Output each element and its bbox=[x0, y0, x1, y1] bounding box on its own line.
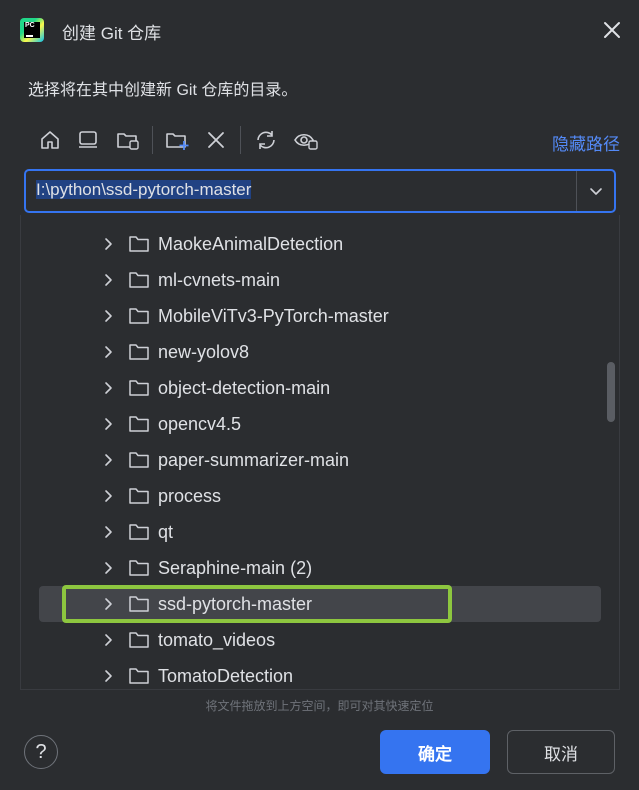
chevron-down-icon bbox=[590, 188, 602, 195]
chevron-right-icon bbox=[105, 310, 112, 322]
chevron-right-icon bbox=[105, 634, 112, 646]
folder-name: Seraphine-main (2) bbox=[158, 558, 313, 578]
new-folder-button[interactable] bbox=[162, 122, 194, 158]
home-button[interactable] bbox=[34, 122, 66, 158]
show-hidden-button[interactable] bbox=[290, 122, 322, 158]
desktop-button[interactable] bbox=[72, 122, 104, 158]
help-button[interactable]: ? bbox=[24, 735, 58, 769]
refresh-icon bbox=[257, 131, 275, 149]
path-input[interactable]: I:\python\ssd-pytorch-master bbox=[36, 180, 252, 200]
folder-name: MobileViTv3-PyTorch-master bbox=[158, 306, 389, 326]
close-button[interactable] bbox=[598, 16, 626, 44]
ok-button[interactable]: 确定 bbox=[380, 730, 490, 774]
new-folder-icon bbox=[166, 133, 189, 150]
home-icon bbox=[41, 131, 59, 149]
folder-icon bbox=[128, 306, 150, 326]
title-bar: PC 创建 Git 仓库 bbox=[0, 0, 639, 60]
expand-toggle[interactable] bbox=[101, 235, 117, 253]
folder-icon bbox=[128, 450, 150, 470]
folder-icon bbox=[128, 558, 150, 578]
tree-row[interactable]: qt bbox=[21, 514, 603, 550]
folder-name: process bbox=[158, 486, 222, 506]
expand-toggle[interactable] bbox=[101, 271, 117, 289]
chevron-right-icon bbox=[105, 418, 112, 430]
tree-row[interactable]: opencv4.5 bbox=[21, 406, 603, 442]
expand-toggle[interactable] bbox=[101, 343, 117, 361]
folder-name: TomatoDetection bbox=[158, 666, 294, 686]
expand-toggle[interactable] bbox=[101, 451, 117, 469]
chevron-right-icon bbox=[105, 454, 112, 466]
show-hidden-icon bbox=[294, 133, 318, 150]
chevron-right-icon bbox=[105, 670, 112, 682]
tree-row[interactable]: ml-cvnets-main bbox=[21, 262, 603, 298]
chevron-right-icon bbox=[105, 274, 112, 286]
tree-row[interactable]: new-yolov8 bbox=[21, 334, 603, 370]
chevron-right-icon bbox=[105, 346, 112, 358]
folder-icon bbox=[128, 378, 150, 398]
folder-icon bbox=[128, 342, 150, 362]
folder-name: object-detection-main bbox=[158, 378, 331, 398]
tree-row[interactable]: object-detection-main bbox=[21, 370, 603, 406]
expand-toggle[interactable] bbox=[101, 307, 117, 325]
drop-hint: 将文件拖放到上方空间，即可对其快速定位 bbox=[205, 699, 434, 713]
annotation-highlight-box bbox=[62, 585, 452, 623]
hide-path-link[interactable]: 隐藏路径 bbox=[552, 130, 620, 155]
folder-name: ml-cvnets-main bbox=[158, 270, 281, 290]
expand-toggle[interactable] bbox=[101, 523, 117, 541]
tree-row[interactable]: paper-summarizer-main bbox=[21, 442, 603, 478]
desktop-icon bbox=[79, 131, 97, 148]
folder-icon bbox=[128, 630, 150, 650]
folder-icon bbox=[128, 522, 150, 542]
tree-row[interactable]: Seraphine-main (2) bbox=[21, 550, 603, 586]
chevron-right-icon bbox=[105, 490, 112, 502]
project-folder-button[interactable] bbox=[112, 122, 144, 158]
close-icon bbox=[604, 22, 620, 38]
dialog-description: 选择将在其中创建新 Git 仓库的目录。 bbox=[28, 82, 298, 99]
pycharm-app-icon: PC bbox=[20, 18, 44, 42]
delete-icon bbox=[208, 132, 224, 148]
expand-toggle[interactable] bbox=[101, 379, 117, 397]
folder-name: new-yolov8 bbox=[158, 342, 250, 362]
folder-name: paper-summarizer-main bbox=[158, 450, 350, 470]
help-icon: ? bbox=[35, 740, 47, 763]
folder-icon bbox=[128, 270, 150, 290]
toolbar-separator bbox=[152, 126, 153, 154]
chevron-right-icon bbox=[105, 382, 112, 394]
path-input-text: I:\python\ssd-pytorch-master bbox=[36, 180, 252, 199]
expand-toggle[interactable] bbox=[101, 487, 117, 505]
tree-row[interactable]: tomato_videos bbox=[21, 622, 603, 658]
folder-icon bbox=[128, 234, 150, 254]
folder-name: qt bbox=[158, 522, 174, 542]
tree-scrollbar-thumb[interactable] bbox=[607, 362, 615, 422]
tree-row[interactable]: TomatoDetection bbox=[21, 658, 603, 689]
folder-icon bbox=[128, 666, 150, 686]
path-history-dropdown[interactable] bbox=[586, 181, 606, 201]
cancel-button[interactable]: 取消 bbox=[507, 730, 615, 774]
chevron-right-icon bbox=[105, 238, 112, 250]
tree-row[interactable]: MaokeAnimalDetection bbox=[21, 226, 603, 262]
folder-icon bbox=[128, 414, 150, 434]
expand-toggle[interactable] bbox=[101, 631, 117, 649]
combo-separator bbox=[576, 171, 577, 211]
expand-toggle[interactable] bbox=[101, 559, 117, 577]
expand-toggle[interactable] bbox=[101, 415, 117, 433]
chevron-right-icon bbox=[105, 562, 112, 574]
delete-button[interactable] bbox=[200, 122, 232, 158]
dialog-title: 创建 Git 仓库 bbox=[62, 24, 162, 43]
chevron-right-icon bbox=[105, 526, 112, 538]
directory-tree[interactable]: MaokeAnimalDetection ml-cvnets-main Mobile… bbox=[20, 215, 620, 690]
refresh-button[interactable] bbox=[250, 122, 282, 158]
tree-row[interactable]: process bbox=[21, 478, 603, 514]
folder-name: opencv4.5 bbox=[158, 414, 242, 434]
folder-icon bbox=[128, 486, 150, 506]
tree-row[interactable]: MobileViTv3-PyTorch-master bbox=[21, 298, 603, 334]
expand-toggle[interactable] bbox=[101, 667, 117, 685]
file-chooser-toolbar: 隐藏路径 bbox=[24, 122, 620, 158]
folder-name: MaokeAnimalDetection bbox=[158, 234, 344, 254]
toolbar-separator bbox=[240, 126, 241, 154]
path-combobox[interactable]: I:\python\ssd-pytorch-master bbox=[24, 169, 616, 213]
project-folder-icon bbox=[117, 133, 139, 150]
folder-name: tomato_videos bbox=[158, 630, 276, 650]
